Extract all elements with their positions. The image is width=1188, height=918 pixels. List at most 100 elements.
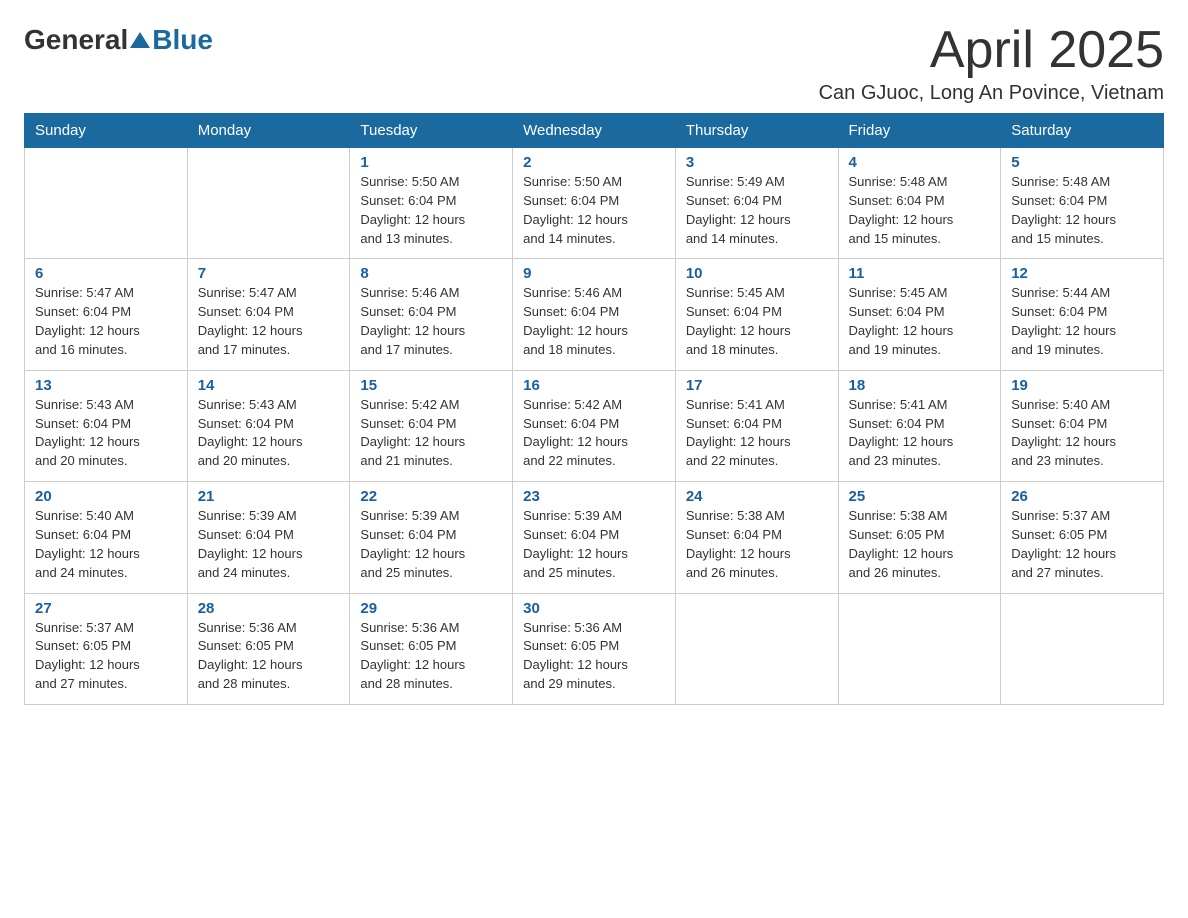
- calendar-cell: 4 Sunrise: 5:48 AM Sunset: 6:04 PM Daylig…: [838, 148, 1001, 259]
- calendar-cell: 15Sunrise: 5:42 AM Sunset: 6:04 PM Dayli…: [350, 370, 513, 481]
- day-info: Sunrise: 5:41 AM Sunset: 6:04 PM Dayligh…: [686, 396, 828, 471]
- calendar-header-row: SundayMondayTuesdayWednesdayThursdayFrid…: [25, 114, 1164, 148]
- day-number: 15: [360, 377, 502, 394]
- calendar-cell: 27 Sunrise: 5:37 AM Sunset: 6:05 PM Dayli…: [25, 593, 188, 704]
- calendar-cell: 7 Sunrise: 5:47 AM Sunset: 6:04 PM Daylig…: [187, 259, 350, 370]
- calendar-cell: 5 Sunrise: 5:48 AM Sunset: 6:04 PM Daylig…: [1001, 148, 1164, 259]
- calendar-cell: 11 Sunrise: 5:45 AM Sunset: 6:04 PM Dayli…: [838, 259, 1001, 370]
- day-number: 1: [360, 154, 502, 171]
- day-number: 5: [1011, 154, 1153, 171]
- calendar-cell: 10 Sunrise: 5:45 AM Sunset: 6:04 PM Dayli…: [675, 259, 838, 370]
- calendar-cell: 30 Sunrise: 5:36 AM Sunset: 6:05 PM Dayli…: [513, 593, 676, 704]
- day-number: 8: [360, 265, 502, 282]
- calendar-cell: 19 Sunrise: 5:40 AM Sunset: 6:04 PM Dayli…: [1001, 370, 1164, 481]
- calendar-header-tuesday: Tuesday: [350, 114, 513, 148]
- day-number: 4: [849, 154, 991, 171]
- calendar-cell: 23 Sunrise: 5:39 AM Sunset: 6:04 PM Dayli…: [513, 482, 676, 593]
- logo-triangle-icon: [130, 32, 150, 48]
- day-number: 29: [360, 600, 502, 617]
- calendar-cell: 13 Sunrise: 5:43 AM Sunset: 6:04 PM Dayli…: [25, 370, 188, 481]
- calendar-cell: 9 Sunrise: 5:46 AM Sunset: 6:04 PM Daylig…: [513, 259, 676, 370]
- calendar-cell: 26 Sunrise: 5:37 AM Sunset: 6:05 PM Dayli…: [1001, 482, 1164, 593]
- day-number: 3: [686, 154, 828, 171]
- day-number: 26: [1011, 488, 1153, 505]
- calendar-header-monday: Monday: [187, 114, 350, 148]
- calendar-cell: 12 Sunrise: 5:44 AM Sunset: 6:04 PM Dayli…: [1001, 259, 1164, 370]
- day-info: Sunrise: 5:42 AM Sunset: 6:04 PM Dayligh…: [523, 396, 665, 471]
- calendar-cell: 20 Sunrise: 5:40 AM Sunset: 6:04 PM Dayli…: [25, 482, 188, 593]
- day-info: Sunrise: 5:40 AM Sunset: 6:04 PM Dayligh…: [35, 507, 177, 582]
- calendar-cell: [838, 593, 1001, 704]
- day-info: Sunrise: 5:50 AM Sunset: 6:04 PM Dayligh…: [523, 173, 665, 248]
- day-info: Sunrise: 5:37 AM Sunset: 6:05 PM Dayligh…: [1011, 507, 1153, 582]
- day-number: 21: [198, 488, 340, 505]
- calendar-cell: 29 Sunrise: 5:36 AM Sunset: 6:05 PM Dayli…: [350, 593, 513, 704]
- calendar-cell: [1001, 593, 1164, 704]
- day-number: 25: [849, 488, 991, 505]
- calendar-cell: 21 Sunrise: 5:39 AM Sunset: 6:04 PM Dayli…: [187, 482, 350, 593]
- calendar-week-row: 27 Sunrise: 5:37 AM Sunset: 6:05 PM Dayli…: [25, 593, 1164, 704]
- day-number: 16: [523, 377, 665, 394]
- calendar-week-row: 20 Sunrise: 5:40 AM Sunset: 6:04 PM Dayli…: [25, 482, 1164, 593]
- day-info: Sunrise: 5:46 AM Sunset: 6:04 PM Dayligh…: [523, 284, 665, 359]
- day-number: 30: [523, 600, 665, 617]
- day-info: Sunrise: 5:39 AM Sunset: 6:04 PM Dayligh…: [360, 507, 502, 582]
- calendar-week-row: 6Sunrise: 5:47 AM Sunset: 6:04 PM Daylig…: [25, 259, 1164, 370]
- calendar-header-saturday: Saturday: [1001, 114, 1164, 148]
- calendar-cell: 25 Sunrise: 5:38 AM Sunset: 6:05 PM Dayli…: [838, 482, 1001, 593]
- day-number: 10: [686, 265, 828, 282]
- calendar-header-friday: Friday: [838, 114, 1001, 148]
- day-number: 23: [523, 488, 665, 505]
- day-number: 12: [1011, 265, 1153, 282]
- day-number: 17: [686, 377, 828, 394]
- calendar-cell: [187, 148, 350, 259]
- day-info: Sunrise: 5:48 AM Sunset: 6:04 PM Dayligh…: [1011, 173, 1153, 248]
- calendar-week-row: 1 Sunrise: 5:50 AM Sunset: 6:04 PM Daylig…: [25, 148, 1164, 259]
- day-number: 9: [523, 265, 665, 282]
- day-number: 19: [1011, 377, 1153, 394]
- day-number: 11: [849, 265, 991, 282]
- day-info: Sunrise: 5:45 AM Sunset: 6:04 PM Dayligh…: [849, 284, 991, 359]
- calendar-cell: 24 Sunrise: 5:38 AM Sunset: 6:04 PM Dayli…: [675, 482, 838, 593]
- day-info: Sunrise: 5:38 AM Sunset: 6:05 PM Dayligh…: [849, 507, 991, 582]
- calendar-cell: 22Sunrise: 5:39 AM Sunset: 6:04 PM Dayli…: [350, 482, 513, 593]
- calendar-cell: 6Sunrise: 5:47 AM Sunset: 6:04 PM Daylig…: [25, 259, 188, 370]
- day-info: Sunrise: 5:37 AM Sunset: 6:05 PM Dayligh…: [35, 619, 177, 694]
- page-header: General Blue April 2025 Can GJuoc, Long …: [24, 24, 1164, 105]
- logo: General Blue: [24, 24, 213, 56]
- calendar-header-wednesday: Wednesday: [513, 114, 676, 148]
- day-info: Sunrise: 5:47 AM Sunset: 6:04 PM Dayligh…: [198, 284, 340, 359]
- day-number: 20: [35, 488, 177, 505]
- day-number: 7: [198, 265, 340, 282]
- calendar-header-thursday: Thursday: [675, 114, 838, 148]
- day-info: Sunrise: 5:36 AM Sunset: 6:05 PM Dayligh…: [360, 619, 502, 694]
- day-info: Sunrise: 5:46 AM Sunset: 6:04 PM Dayligh…: [360, 284, 502, 359]
- calendar-cell: 18Sunrise: 5:41 AM Sunset: 6:04 PM Dayli…: [838, 370, 1001, 481]
- day-info: Sunrise: 5:36 AM Sunset: 6:05 PM Dayligh…: [198, 619, 340, 694]
- calendar-cell: 1 Sunrise: 5:50 AM Sunset: 6:04 PM Daylig…: [350, 148, 513, 259]
- calendar-cell: 16 Sunrise: 5:42 AM Sunset: 6:04 PM Dayli…: [513, 370, 676, 481]
- calendar-week-row: 13 Sunrise: 5:43 AM Sunset: 6:04 PM Dayli…: [25, 370, 1164, 481]
- day-info: Sunrise: 5:43 AM Sunset: 6:04 PM Dayligh…: [198, 396, 340, 471]
- day-number: 27: [35, 600, 177, 617]
- day-info: Sunrise: 5:50 AM Sunset: 6:04 PM Dayligh…: [360, 173, 502, 248]
- calendar-cell: 2 Sunrise: 5:50 AM Sunset: 6:04 PM Daylig…: [513, 148, 676, 259]
- day-number: 24: [686, 488, 828, 505]
- day-info: Sunrise: 5:38 AM Sunset: 6:04 PM Dayligh…: [686, 507, 828, 582]
- day-info: Sunrise: 5:39 AM Sunset: 6:04 PM Dayligh…: [198, 507, 340, 582]
- location-text: Can GJuoc, Long An Povince, Vietnam: [819, 82, 1164, 105]
- day-info: Sunrise: 5:45 AM Sunset: 6:04 PM Dayligh…: [686, 284, 828, 359]
- day-number: 2: [523, 154, 665, 171]
- day-info: Sunrise: 5:39 AM Sunset: 6:04 PM Dayligh…: [523, 507, 665, 582]
- day-info: Sunrise: 5:40 AM Sunset: 6:04 PM Dayligh…: [1011, 396, 1153, 471]
- month-title: April 2025: [819, 24, 1164, 76]
- day-info: Sunrise: 5:44 AM Sunset: 6:04 PM Dayligh…: [1011, 284, 1153, 359]
- day-number: 14: [198, 377, 340, 394]
- day-info: Sunrise: 5:41 AM Sunset: 6:04 PM Dayligh…: [849, 396, 991, 471]
- day-number: 28: [198, 600, 340, 617]
- day-info: Sunrise: 5:43 AM Sunset: 6:04 PM Dayligh…: [35, 396, 177, 471]
- day-number: 13: [35, 377, 177, 394]
- day-info: Sunrise: 5:48 AM Sunset: 6:04 PM Dayligh…: [849, 173, 991, 248]
- day-info: Sunrise: 5:36 AM Sunset: 6:05 PM Dayligh…: [523, 619, 665, 694]
- logo-blue-text: Blue: [152, 24, 213, 56]
